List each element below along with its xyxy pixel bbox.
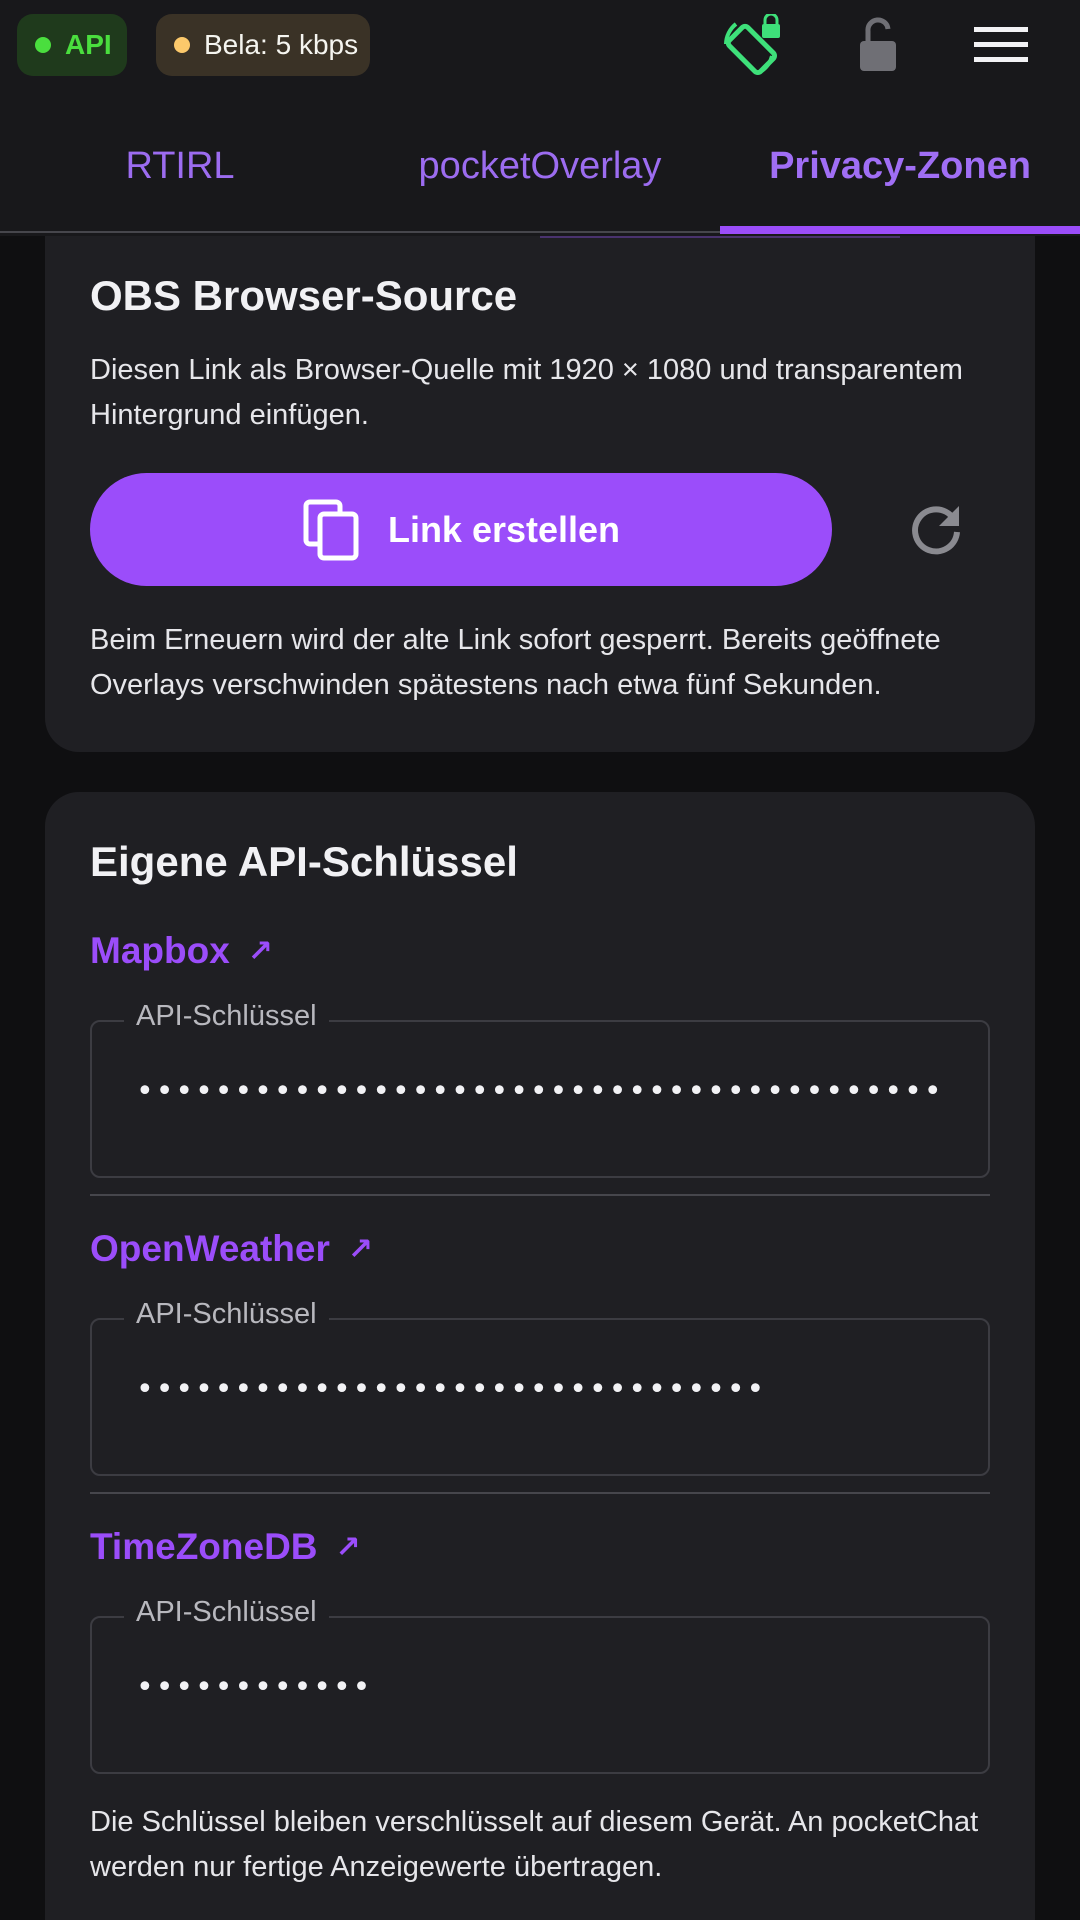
copy-icon [303,499,359,560]
tab-transition-indicator [540,236,900,238]
regenerate-link-button[interactable] [897,490,977,570]
divider [90,1492,990,1494]
lock-open-icon [860,17,896,71]
timezonedb-api-key-input[interactable]: •••••••••••• [136,1670,948,1720]
timezonedb-api-key-field[interactable]: API-Schlüssel •••••••••••• [90,1596,990,1774]
mapbox-link[interactable]: Mapbox ↗ [90,930,273,972]
openweather-api-key-field[interactable]: API-Schlüssel ••••••••••••••••••••••••••… [90,1298,990,1476]
mapbox-api-key-field[interactable]: API-Schlüssel ••••••••••••••••••••••••••… [90,1000,990,1178]
api-keys-card: Eigene API-Schlüssel Mapbox ↗ API-Schlüs… [45,792,1035,1920]
screen-rotation-lock-icon [724,14,780,76]
api-status-label: API [65,29,112,60]
timezonedb-field-label: API-Schlüssel [124,1596,329,1629]
api-status-badge[interactable]: API [17,14,127,76]
obs-browser-source-card: OBS Browser-Source Diesen Link als Brows… [45,200,1035,752]
tab-bar: RTIRL pocketOverlay Privacy-Zonen [0,100,1080,234]
openweather-link-label: OpenWeather [90,1228,330,1269]
tab-rtirl[interactable]: RTIRL [0,100,360,232]
api-keys-title: Eigene API-Schlüssel [90,838,518,885]
api-status-dot [35,37,51,53]
obs-card-description: Diesen Link als Browser-Quelle mit 1920 … [90,354,963,431]
obs-card-title: OBS Browser-Source [90,272,518,319]
obs-card-note: Beim Erneuern wird der alte Link sofort … [90,624,941,701]
tab-pocketoverlay[interactable]: pocketOverlay [360,100,720,232]
openweather-link[interactable]: OpenWeather ↗ [90,1228,373,1270]
timezonedb-link-label: TimeZoneDB [90,1526,318,1567]
openweather-field-label: API-Schlüssel [124,1298,329,1331]
timezonedb-link[interactable]: TimeZoneDB ↗ [90,1526,361,1568]
tab-privacy-zonen[interactable]: Privacy-Zonen [720,100,1080,232]
mapbox-field-label: API-Schlüssel [124,1000,329,1033]
create-link-button[interactable]: Link erstellen [90,473,832,586]
openweather-api-key-input[interactable]: •••••••••••••••••••••••••••••••• [136,1372,948,1422]
create-link-label: Link erstellen [387,508,621,550]
external-link-icon: ↗ [247,934,273,968]
top-app-bar: API Bela: 5 kbps RTIRL pocketOverlay Pri… [0,0,1080,236]
lock-button[interactable] [845,12,911,78]
mapbox-api-key-input[interactable]: ••••••••••••••••••••••••••••••••••••••••… [136,1074,948,1124]
active-tab-indicator [720,226,1080,234]
external-link-icon: ↗ [335,1530,361,1564]
divider [90,1194,990,1196]
bela-status-label: Bela: 5 kbps [204,29,359,60]
app-root: OBS Browser-Source Diesen Link als Brows… [0,0,1080,1920]
bela-status-badge[interactable]: Bela: 5 kbps [156,14,370,76]
bela-status-dot [174,37,190,53]
screen-rotation-lock-button[interactable] [720,12,786,78]
refresh-icon [912,506,960,555]
hamburger-menu-icon [974,27,1028,62]
external-link-icon: ↗ [347,1232,374,1266]
menu-button[interactable] [968,12,1034,78]
api-keys-note: Die Schlüssel bleiben verschlüsselt auf … [90,1806,979,1883]
mapbox-link-label: Mapbox [90,930,230,971]
